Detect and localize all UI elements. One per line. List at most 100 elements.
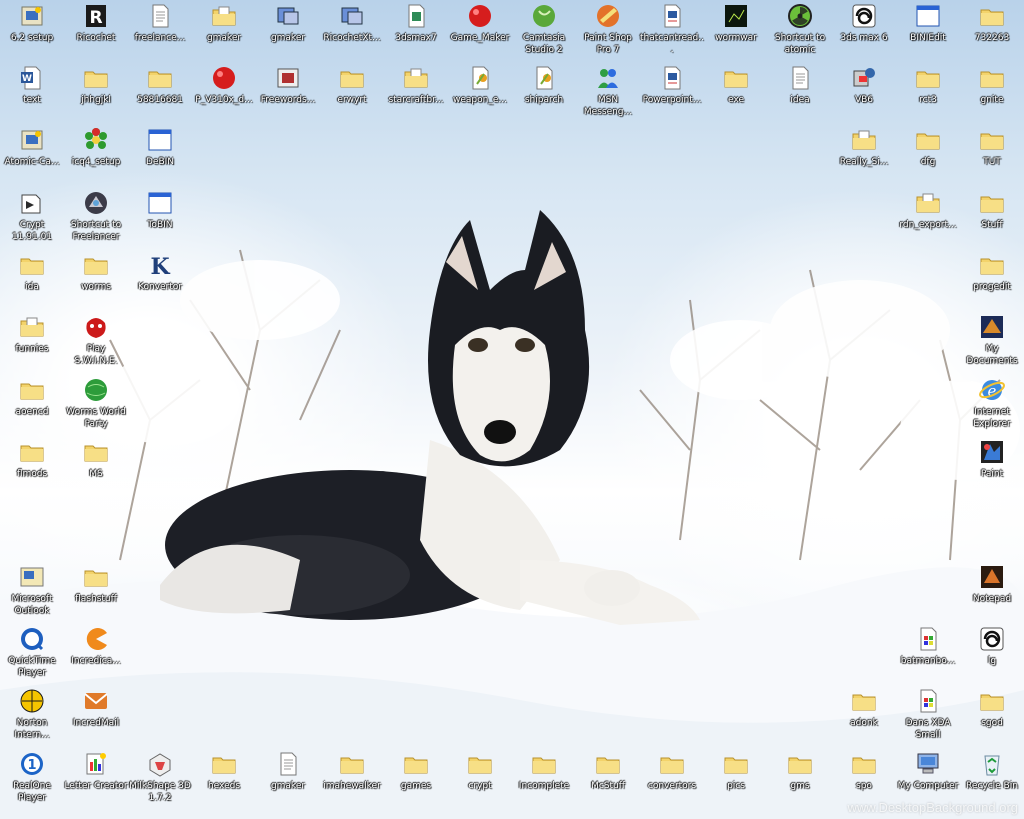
desktop-icon-mcstuff[interactable]: McStuff (576, 748, 640, 792)
desktop-icon-games[interactable]: games (384, 748, 448, 792)
desktop-icon-shiparch[interactable]: shiparch (512, 62, 576, 106)
desktop-icon-atomic-ca[interactable]: Atomic-Ca... (0, 124, 64, 168)
desktop-icon-paint-shop-pro-7[interactable]: Paint Shop Pro 7 (576, 0, 640, 56)
desktop-icon-label: Shortcut to atomic (774, 33, 826, 55)
desktop-icon-convertors[interactable]: convertors (640, 748, 704, 792)
desktop-icon-ricochetxt[interactable]: RicochetXt... (320, 0, 384, 44)
desktop-icon-lg[interactable]: lg (960, 623, 1024, 667)
desktop-icon-tobin[interactable]: ToBIN (128, 187, 192, 231)
desktop-icon-ida[interactable]: ida (0, 249, 64, 293)
desktop-icon-6-2-setup[interactable]: 6.2 setup (0, 0, 64, 44)
desktop-icon-label: thatcantread... (640, 33, 704, 55)
desktop-icon-really-si[interactable]: Really_Si... (832, 124, 896, 168)
desktop-icon-label: VB6 (854, 95, 874, 105)
desktop-icon-rdn-export[interactable]: rdn_export... (896, 187, 960, 231)
desktop-icon-notepad[interactable]: Notepad (960, 561, 1024, 605)
desktop-icon-sgod[interactable]: sgod (960, 685, 1024, 729)
desktop-icon-funnies[interactable]: funnies (0, 311, 64, 355)
desktop-icon-msn-messeng[interactable]: MSN Messeng... (576, 62, 640, 118)
desktop-icon-internet-explorer[interactable]: e Internet Explorer (960, 374, 1024, 430)
desktop-icon-label: Atomic-Ca... (4, 157, 60, 167)
paint-doc-icon (466, 62, 494, 92)
desktop-icon-exe[interactable]: exe (704, 62, 768, 106)
desktop-icon-weapon-e[interactable]: weapon_e... (448, 62, 512, 106)
desktop-icon-paint[interactable]: Paint (960, 436, 1024, 480)
desktop-icon-dfg[interactable]: dfg (896, 124, 960, 168)
desktop-icon-58816681[interactable]: 58816681 (128, 62, 192, 106)
desktop-icon-shortcut-to-atomic[interactable]: Shortcut to atomic (768, 0, 832, 56)
desktop-icon-pics[interactable]: pics (704, 748, 768, 792)
desktop-icon-my-documents[interactable]: My Documents (960, 311, 1024, 367)
desktop-icon-norton-intern[interactable]: Norton Intern... (0, 685, 64, 741)
desktop-icon-my-computer[interactable]: My Computer (896, 748, 960, 792)
ppt-doc-icon (658, 62, 686, 92)
desktop-icon-label: adonk (850, 718, 878, 728)
desktop-icon-freelance[interactable]: freelance... (128, 0, 192, 44)
desktop-icon-3dsmax7[interactable]: 3dsmax7 (384, 0, 448, 44)
desktop-icon-erwyrt[interactable]: erwyrt (320, 62, 384, 106)
desktop-icon-konvertor[interactable]: K Konvertor (128, 249, 192, 293)
desktop-icon-powerpoint[interactable]: Powerpoint... (640, 62, 704, 106)
desktop-icon-realone-player[interactable]: 1 RealOne Player (0, 748, 64, 804)
desktop-icon-dans-xda-small[interactable]: Dans XDA Small (896, 685, 960, 741)
desktop-icon-worms-world-party[interactable]: Worms World Party (64, 374, 128, 430)
desktop-icon-shortcut-to-freelancer[interactable]: Shortcut to Freelancer (64, 187, 128, 243)
desktop-icon-letter-creator[interactable]: Letter Creator (64, 748, 128, 792)
desktop-icon-tut[interactable]: TUT (960, 124, 1024, 168)
desktop-icon-text[interactable]: Wtext (0, 62, 64, 106)
desktop-icon-jhhgjkl[interactable]: jhhgjkl (64, 62, 128, 106)
desktop-icon-3ds-max-6[interactable]: 3ds max 6 (832, 0, 896, 44)
desktop-icon-debin[interactable]: DeBIN (128, 124, 192, 168)
desktop-icon-batmanbo[interactable]: batmanbo... (896, 623, 960, 667)
desktop-icon-camtasia-studio-2[interactable]: Camtasia Studio 2 (512, 0, 576, 56)
desktop-icon-adonk[interactable]: adonk (832, 685, 896, 729)
desktop-icon-label: wormwar (715, 33, 757, 43)
desktop-icon-recycle-bin[interactable]: Recycle Bin (960, 748, 1024, 792)
desktop-icon-gms[interactable]: gms (768, 748, 832, 792)
desktop-icon-aoencd[interactable]: aoencd (0, 374, 64, 418)
desktop-icon-incredmail[interactable]: IncredMail (64, 685, 128, 729)
desktop-icon-microsoft-outlook[interactable]: Microsoft Outlook (0, 561, 64, 617)
desktop-icon-gnite[interactable]: gnite (960, 62, 1024, 106)
folder-icon (658, 748, 686, 778)
mydocs-icon (978, 311, 1006, 341)
desktop-icon-milkshape-3d-1-7-2[interactable]: MilkShape 3D 1.7.2 (128, 748, 192, 804)
desktop-icon-ms[interactable]: MS (64, 436, 128, 480)
desktop-icon-rct3[interactable]: rct3 (896, 62, 960, 106)
desktop-icon-hexeds[interactable]: hexeds (192, 748, 256, 792)
desktop-icon-spo[interactable]: spo (832, 748, 896, 792)
desktop-icon-quicktime-player[interactable]: QuickTime Player (0, 623, 64, 679)
desktop-icon-flmods[interactable]: flmods (0, 436, 64, 480)
desktop-icon-incomplete[interactable]: Incomplete (512, 748, 576, 792)
desktop-icon-vb6[interactable]: VB6 (832, 62, 896, 106)
desktop-icon-flashstuff[interactable]: flashstuff (64, 561, 128, 605)
desktop-icon-gmaker[interactable]: gmaker (256, 748, 320, 792)
desktop-icon-starcraftbr[interactable]: starcraftbr... (384, 62, 448, 106)
desktop-icon-play-s-w-i-n-e[interactable]: Play S.W.I.N.E. (64, 311, 128, 367)
desktop-icon-freewords[interactable]: Freewords... (256, 62, 320, 106)
desktop-icon-icq4-setup[interactable]: icq4_setup (64, 124, 128, 168)
desktop-icon-stuff[interactable]: Stuff (960, 187, 1024, 231)
desktop-icon-gmaker[interactable]: gmaker (192, 0, 256, 44)
desktop-icon-label: Paint Shop Pro 7 (584, 33, 632, 55)
desktop-icon-crypt[interactable]: crypt (448, 748, 512, 792)
desktop-icon-p-v310x-d[interactable]: P_V310x_d... (192, 62, 256, 106)
desktop-icon-progedit[interactable]: progedit (960, 249, 1024, 293)
desktop-icon-biniedit[interactable]: BINIEdit (896, 0, 960, 44)
desktop-icon-gmaker[interactable]: gmaker (256, 0, 320, 44)
desktop-icon-imahewalker[interactable]: imahewalker (320, 748, 384, 792)
desktop-icon-label: Camtasia Studio 2 (522, 33, 566, 55)
desktop-icon-732263[interactable]: 732263 (960, 0, 1024, 44)
desktop-icon-game-maker[interactable]: Game_Maker (448, 0, 512, 44)
desktop-icon-label: 6.2 setup (10, 33, 54, 43)
desktop-icon-label: My Computer (897, 781, 959, 791)
desktop-icon-thatcantread[interactable]: thatcantread... (640, 0, 704, 56)
desktop[interactable]: 6.2 setup R Ricochet freelance... gmaker gmak… (0, 0, 1024, 819)
desktop-icon-idea[interactable]: idea (768, 62, 832, 106)
desktop-icon-worms[interactable]: worms (64, 249, 128, 293)
milkshape-icon (146, 748, 174, 778)
desktop-icon-wormwar[interactable]: wormwar (704, 0, 768, 44)
desktop-icon-ricochet[interactable]: R Ricochet (64, 0, 128, 44)
desktop-icon-incredica[interactable]: Incredica... (64, 623, 128, 667)
desktop-icon-crypt-11-91-01[interactable]: Crypt 11.91.01 (0, 187, 64, 243)
